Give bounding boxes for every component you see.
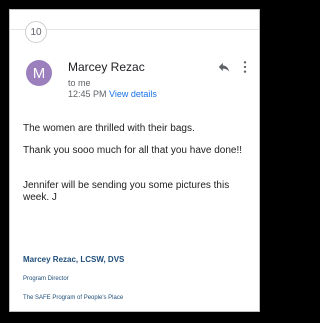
signature-name: Marcey Rezac, LCSW, DVS [23,255,125,264]
message-count: 10 [30,26,42,38]
body-line-2: Thank you sooo much for all that you hav… [23,145,243,156]
view-details-link[interactable]: View details [109,89,157,99]
thread-divider [10,29,259,30]
sender-name[interactable]: Marcey Rezac [68,60,145,74]
reply-icon[interactable] [217,60,231,74]
recipient-line: to me [68,78,91,88]
avatar: M [26,60,52,86]
signature-org: The SAFE Program of People's Place [23,295,124,301]
more-vert-icon[interactable] [242,60,248,74]
body-line-1: The women are thrilled with their bags. [23,123,195,134]
collapsed-messages-count[interactable]: 10 [25,21,47,43]
time-row: 12:45 PM View details [68,89,157,99]
body-line-3: Jennifer will be sending you some pictur… [23,180,230,203]
email-view: 10 M Marcey Rezac to me 12:45 PM View de… [9,9,260,312]
avatar-letter: M [32,64,46,82]
signature-role: Program Director [23,276,69,282]
message-time: 12:45 PM [68,89,107,99]
